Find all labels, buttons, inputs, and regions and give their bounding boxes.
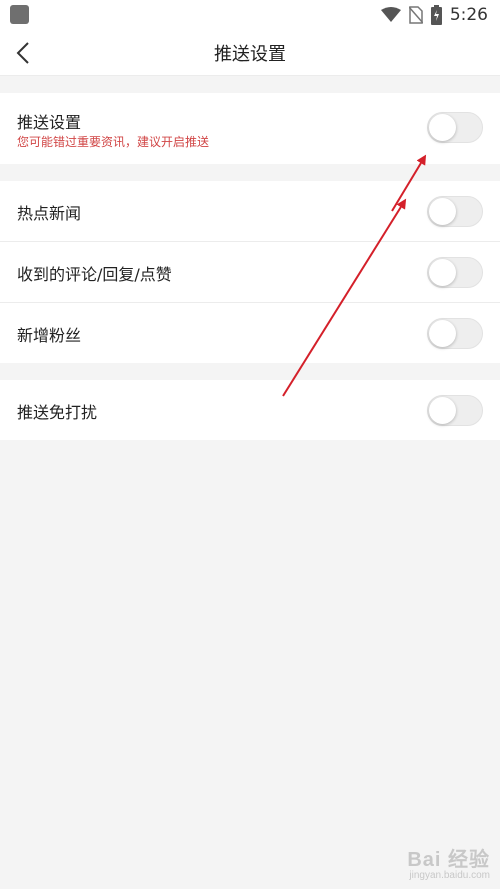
- toggle-knob: [429, 114, 456, 141]
- setting-label: 热点新闻: [17, 204, 82, 223]
- section-do-not-disturb: 推送免打扰: [0, 380, 500, 440]
- page-title: 推送设置: [214, 44, 286, 65]
- nav-bar: 推送设置: [0, 30, 500, 76]
- setting-hint: 您可能错过重要资讯，建议开启推送: [17, 135, 210, 149]
- status-bar: 5:26: [0, 0, 500, 30]
- status-time: 5:26: [449, 5, 488, 25]
- section-push-types: 热点新闻 收到的评论/回复/点赞 新增粉丝: [0, 181, 500, 363]
- toggle-knob: [429, 397, 456, 424]
- section-push-master: 推送设置 您可能错过重要资讯，建议开启推送: [0, 93, 500, 164]
- watermark: Bai 经验 jingyan.baidu.com: [407, 843, 490, 881]
- app-icon: [10, 5, 29, 24]
- setting-row-dnd: 推送免打扰: [0, 380, 500, 440]
- status-icons: 5:26: [380, 4, 488, 26]
- setting-label: 收到的评论/回复/点赞: [17, 265, 172, 284]
- setting-row-push: 推送设置 您可能错过重要资讯，建议开启推送: [0, 93, 500, 164]
- watermark-logo: Bai 经验: [407, 849, 490, 871]
- setting-row-comments: 收到的评论/回复/点赞: [0, 242, 500, 303]
- battery-charging-icon: [430, 5, 442, 25]
- watermark-url: jingyan.baidu.com: [409, 870, 490, 881]
- setting-row-new-fans: 新增粉丝: [0, 303, 500, 363]
- setting-label: 推送免打扰: [17, 403, 98, 422]
- new-fans-toggle[interactable]: [427, 318, 483, 349]
- setting-label: 新增粉丝: [17, 326, 82, 345]
- no-sim-icon: [408, 6, 423, 24]
- setting-row-hot-news: 热点新闻: [0, 181, 500, 242]
- push-toggle[interactable]: [427, 112, 483, 143]
- comments-toggle[interactable]: [427, 257, 483, 288]
- wifi-icon: [380, 7, 401, 22]
- setting-label: 推送设置: [17, 113, 82, 132]
- toggle-knob: [429, 198, 456, 225]
- hot-news-toggle[interactable]: [427, 196, 483, 227]
- toggle-knob: [429, 259, 456, 286]
- dnd-toggle[interactable]: [427, 395, 483, 426]
- toggle-knob: [429, 320, 456, 347]
